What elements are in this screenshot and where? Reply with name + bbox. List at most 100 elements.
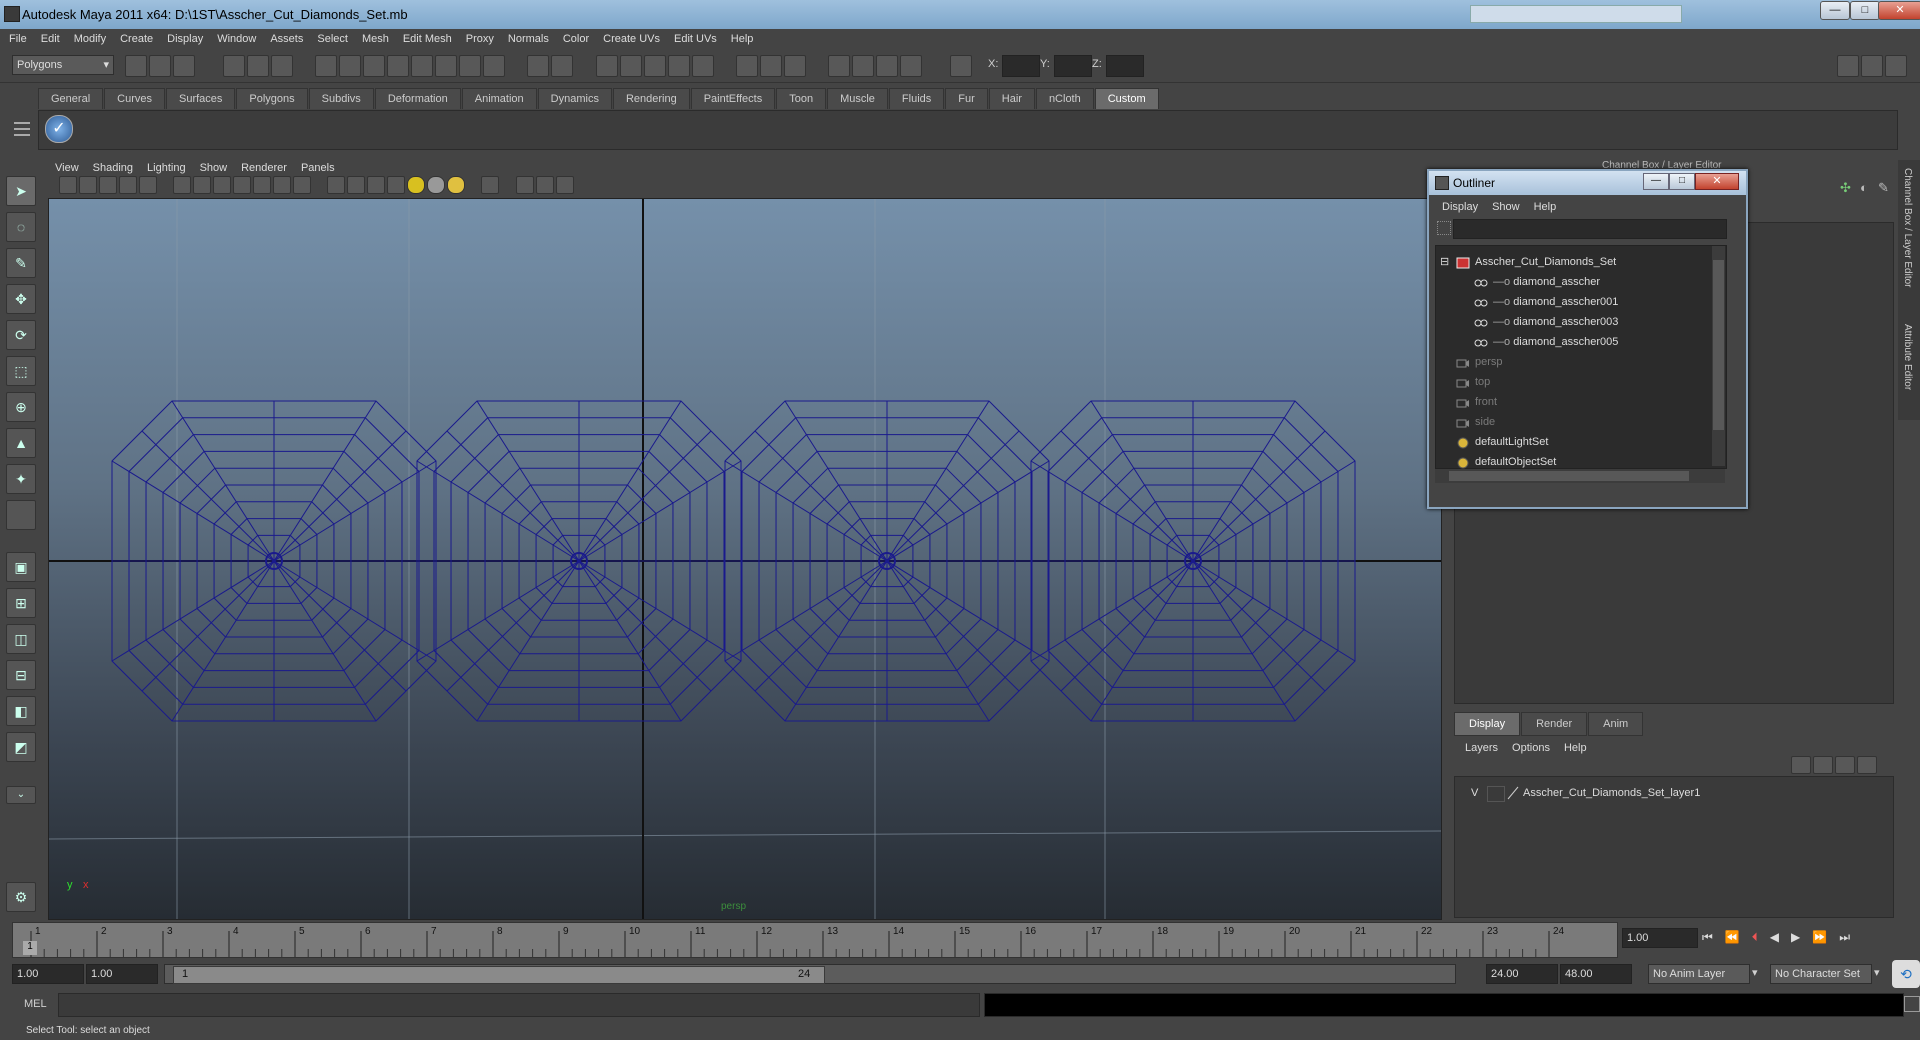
safe-action-icon[interactable] xyxy=(273,176,292,194)
end-time-field[interactable]: 48.00 xyxy=(1560,964,1632,984)
filter-dynamics-icon[interactable] xyxy=(435,55,458,77)
title-search-field[interactable] xyxy=(1470,5,1682,23)
camera-attributes-icon[interactable] xyxy=(79,176,97,194)
outliner-item[interactable]: Asscher_Cut_Diamonds_Set xyxy=(1456,252,1616,272)
options-menu[interactable]: Options xyxy=(1505,738,1557,759)
snap-plane-icon[interactable] xyxy=(667,55,690,77)
select-tool-icon[interactable]: ➤ xyxy=(6,176,36,206)
select-hierarchy-icon[interactable] xyxy=(223,55,246,77)
script-editor-icon[interactable] xyxy=(1904,996,1920,1012)
smooth-shade-icon[interactable] xyxy=(347,176,366,194)
channel-box-vertical-tab[interactable]: Channel Box / Layer Editor xyxy=(1902,168,1913,288)
current-time-field[interactable]: 1.00 xyxy=(1622,928,1698,948)
layer-color-swatch[interactable] xyxy=(1507,786,1519,800)
menu-proxy[interactable]: Proxy xyxy=(459,29,501,50)
lock-selection-icon[interactable] xyxy=(527,55,550,77)
shelf-tab-fluids[interactable]: Fluids xyxy=(888,88,945,109)
outliner-item[interactable]: —o diamond_asscher005 xyxy=(1474,332,1618,352)
new-layer-selected-icon[interactable] xyxy=(1813,756,1833,774)
attribute-icon[interactable]: ◐ xyxy=(1860,180,1876,196)
minimize-button[interactable]: — xyxy=(1820,1,1850,20)
outliner-item[interactable]: persp xyxy=(1456,352,1503,372)
layers-menu[interactable]: Layers xyxy=(1458,738,1505,759)
safe-title-icon[interactable] xyxy=(293,176,312,194)
ipr-render-icon[interactable] xyxy=(851,55,874,77)
quick-layout-icon[interactable]: ⚙ xyxy=(6,882,36,912)
menu-create[interactable]: Create xyxy=(113,29,160,50)
go-to-start-icon[interactable]: ⏮ xyxy=(1702,930,1713,944)
outliner-maximize-button[interactable]: □ xyxy=(1669,173,1695,190)
menu-select[interactable]: Select xyxy=(310,29,355,50)
outliner-item[interactable]: —o diamond_asscher003 xyxy=(1474,312,1618,332)
paint-select-tool-icon[interactable]: ✎ xyxy=(6,248,36,278)
step-forward-frame-icon[interactable]: ⏩ xyxy=(1812,930,1827,944)
textured-icon[interactable] xyxy=(387,176,406,194)
last-used-tool-icon[interactable] xyxy=(6,500,36,530)
xray-joints-icon[interactable] xyxy=(535,176,554,194)
default-light-icon[interactable] xyxy=(447,176,466,194)
grid-icon[interactable] xyxy=(173,176,192,194)
make-live-icon[interactable] xyxy=(691,55,714,77)
open-scene-icon[interactable] xyxy=(149,55,171,77)
anim-layer-chevron-icon[interactable]: ▾ xyxy=(1752,966,1758,979)
time-slider[interactable]: 1 2 3 4 5 6 7 8 9 10 11 12 13 14 15 16 17 18 19 20 21 22 23 24 … xyxy=(12,922,1618,958)
menu-help[interactable]: Help xyxy=(724,29,761,50)
snap-point-icon[interactable] xyxy=(643,55,666,77)
menu-color[interactable]: Color xyxy=(556,29,596,50)
persp-outliner-layout-icon[interactable]: ◧ xyxy=(6,696,36,726)
four-pane-layout-icon[interactable]: ⊞ xyxy=(6,588,36,618)
render-view-icon[interactable] xyxy=(783,55,806,77)
toggle-attribute-editor-icon[interactable] xyxy=(1837,55,1859,77)
menu-edit[interactable]: Edit xyxy=(34,29,67,50)
menu-set-dropdown[interactable]: Polygons ▾ xyxy=(12,55,114,75)
checkmark-shelf-icon[interactable]: ✓ xyxy=(45,115,73,143)
outliner-menu-help[interactable]: Help xyxy=(1527,197,1564,218)
save-scene-icon[interactable] xyxy=(173,55,195,77)
snap-curve-icon[interactable] xyxy=(619,55,642,77)
outliner-item[interactable]: side xyxy=(1456,412,1495,432)
tool-settings-icon[interactable]: ✎ xyxy=(1878,180,1894,196)
filter-handles-icon[interactable] xyxy=(315,55,338,77)
menu-file[interactable]: File xyxy=(2,29,34,50)
layer-tab-render[interactable]: Render xyxy=(1521,712,1588,736)
two-pane-side-layout-icon[interactable]: ◫ xyxy=(6,624,36,654)
shelf-tab-ncloth[interactable]: nCloth xyxy=(1035,88,1094,109)
diamond-wireframe[interactable] xyxy=(1030,400,1356,722)
layer-visibility-toggle[interactable]: V xyxy=(1471,787,1478,799)
filter-joints-icon[interactable] xyxy=(339,55,362,77)
shelf-tab-polygons[interactable]: Polygons xyxy=(236,88,308,109)
shelf-tab-toon[interactable]: Toon xyxy=(776,88,827,109)
menu-mesh[interactable]: Mesh xyxy=(355,29,396,50)
shelf-tab-painteffects[interactable]: PaintEffects xyxy=(690,88,776,109)
image-plane-icon[interactable] xyxy=(119,176,137,194)
channel-icon[interactable]: ✣ xyxy=(1840,180,1856,196)
highlight-selection-icon[interactable] xyxy=(551,55,574,77)
filter-surfaces-icon[interactable] xyxy=(387,55,410,77)
diamond-wireframe[interactable] xyxy=(724,400,1050,722)
render-current-icon[interactable] xyxy=(827,55,850,77)
shelf-tab-curves[interactable]: Curves xyxy=(104,88,165,109)
shelf-tab-dynamics[interactable]: Dynamics xyxy=(537,88,612,109)
menu-create-uvs[interactable]: Create UVs xyxy=(596,29,667,50)
layer-tab-display[interactable]: Display xyxy=(1454,712,1521,736)
shelf-tab-subdivs[interactable]: Subdivs xyxy=(308,88,374,109)
menu-modify[interactable]: Modify xyxy=(67,29,113,50)
menu-edit-uvs[interactable]: Edit UVs xyxy=(667,29,724,50)
shelf-tab-fur[interactable]: Fur xyxy=(945,88,988,109)
new-scene-icon[interactable] xyxy=(125,55,147,77)
resolution-gate-icon[interactable] xyxy=(213,176,232,194)
move-tool-icon[interactable]: ✥ xyxy=(6,284,36,314)
select-component-icon[interactable] xyxy=(271,55,294,77)
filter-curves-icon[interactable] xyxy=(363,55,386,77)
maximize-button[interactable]: □ xyxy=(1850,1,1880,20)
layout-more-icon[interactable]: ⌄ xyxy=(6,786,36,804)
current-frame-marker[interactable]: 1 xyxy=(23,941,37,955)
two-pane-stacked-layout-icon[interactable]: ⊟ xyxy=(6,660,36,690)
shelf-tab-surfaces[interactable]: Surfaces xyxy=(165,88,236,109)
bookmark-icon[interactable] xyxy=(99,176,117,194)
wireframe-on-shaded-icon[interactable] xyxy=(367,176,386,194)
menu-normals[interactable]: Normals xyxy=(501,29,556,50)
outliner-close-button[interactable]: ✕ xyxy=(1695,173,1739,190)
backface-culling-icon[interactable] xyxy=(555,176,574,194)
shelf-tab-muscle[interactable]: Muscle xyxy=(827,88,888,109)
